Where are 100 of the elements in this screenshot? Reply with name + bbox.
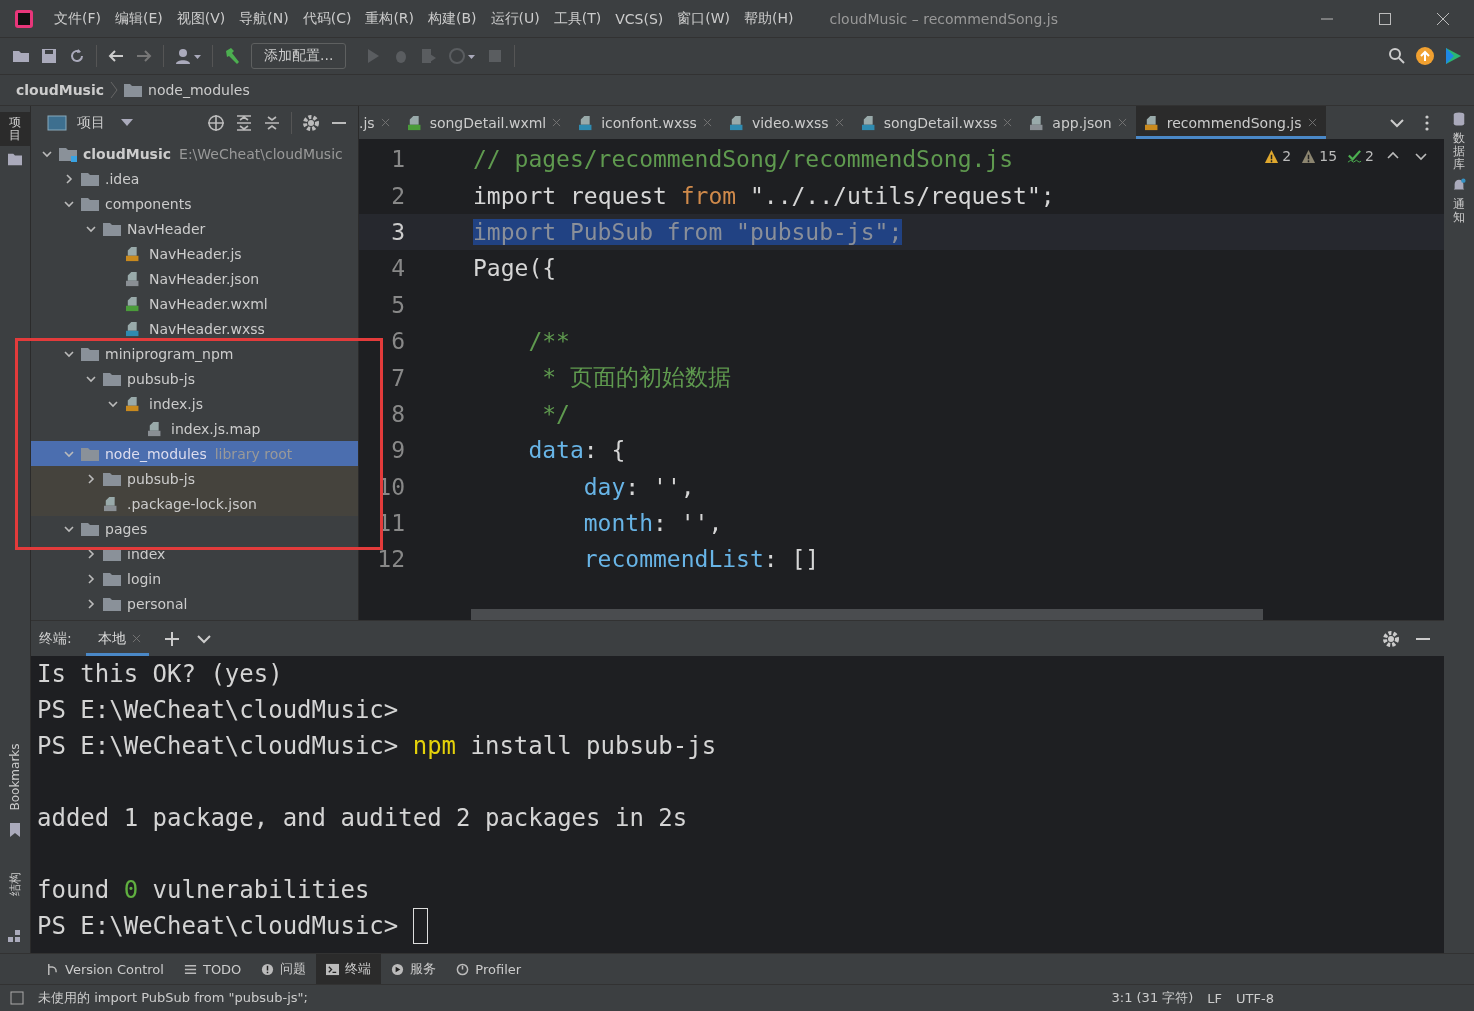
tree-item[interactable]: NavHeader (31, 216, 358, 241)
save-icon[interactable] (40, 47, 58, 65)
menu-item[interactable]: 文件(F) (54, 9, 101, 28)
menu-item[interactable]: 窗口(W) (677, 9, 731, 28)
tree-item[interactable]: pages (31, 516, 358, 541)
chevron-icon[interactable] (85, 597, 97, 610)
bell-icon (1452, 177, 1466, 192)
file-encoding[interactable]: UTF-8 (1236, 990, 1274, 1006)
folder-icon (81, 170, 99, 187)
breadcrumb-item[interactable]: node_modules (148, 82, 250, 98)
code-line: Page({ (473, 255, 557, 282)
close-icon[interactable] (1436, 11, 1450, 26)
menu-item[interactable]: 视图(V) (176, 9, 226, 28)
menu-item[interactable]: 导航(N) (239, 9, 289, 28)
line-ending[interactable]: LF (1207, 990, 1223, 1006)
inspection-count[interactable]: 15 (1301, 148, 1338, 164)
user-icon[interactable] (174, 47, 202, 65)
editor-tab[interactable]: songDetail.wxss (852, 106, 1022, 139)
tool-window-tab[interactable]: 服务 (381, 954, 447, 984)
expand-all-icon[interactable] (235, 113, 253, 132)
terminal-line: found 0 vulnerabilities (37, 876, 370, 904)
editor-tab[interactable]: songDetail.wxml (398, 106, 571, 139)
tree-item[interactable]: .package-lock.json (31, 491, 358, 516)
scrollbar[interactable] (471, 609, 1263, 620)
tree-item[interactable]: NavHeader.js (31, 241, 358, 266)
tree-item[interactable]: NavHeader.wxml (31, 291, 358, 316)
tool-window-icon (46, 962, 59, 976)
tool-window-tab[interactable]: TODO (173, 954, 252, 984)
code-line: */ (541, 400, 570, 427)
breadcrumb-item[interactable]: cloudMusic (16, 82, 105, 98)
caret-position[interactable]: 3:1 (31 字符) (1111, 989, 1194, 1007)
code-line: data: { (527, 437, 626, 464)
plugin-logo-icon[interactable] (1444, 47, 1462, 65)
project-tool-tab[interactable]: 项目 (0, 112, 30, 147)
tool-window-icon (261, 962, 275, 976)
menu-item[interactable]: 工具(T) (553, 9, 602, 28)
run-configuration-button[interactable]: 添加配置... (251, 43, 347, 69)
profile-icon[interactable] (448, 47, 477, 65)
menu-item[interactable]: 帮助(H) (744, 9, 794, 28)
add-icon[interactable] (162, 629, 181, 648)
tree-item[interactable]: NavHeader.json (31, 266, 358, 291)
menu-item[interactable]: 构建(B) (428, 9, 477, 28)
search-icon[interactable] (1388, 47, 1406, 65)
folder-icon (103, 370, 121, 387)
panel-toggle-icon[interactable] (10, 991, 24, 1005)
editor-tab[interactable]: .js (359, 106, 399, 139)
database-tool-tab[interactable]: 数据库 (1453, 132, 1465, 172)
tool-window-tab[interactable]: 问题 (251, 954, 317, 984)
chevron-icon[interactable] (85, 547, 97, 560)
menu-item[interactable]: 重构(R) (365, 9, 415, 28)
editor-tab[interactable]: recommendSong.js (1135, 106, 1326, 139)
settings-icon[interactable] (302, 113, 320, 132)
tree-item[interactable]: index.js.map (31, 416, 358, 441)
terminal-line: added 1 package, and audited 2 packages in 2s (37, 804, 688, 832)
code-line: day: '', (582, 473, 695, 500)
tree-item[interactable]: index (31, 541, 358, 566)
tool-window-tab[interactable]: 终端 (316, 954, 382, 984)
refresh-icon[interactable] (68, 47, 86, 65)
notifications-tool-tab[interactable]: 通知 (1453, 197, 1465, 224)
settings-icon[interactable] (1382, 629, 1400, 648)
line-number: 8 (390, 400, 405, 427)
structure-tool-tab[interactable]: 结构 (5, 843, 25, 923)
tree-item[interactable]: login (31, 566, 358, 591)
bookmarks-tool-tab[interactable]: Bookmarks (5, 737, 25, 817)
caret-icon[interactable] (121, 118, 133, 127)
chevron-icon[interactable] (63, 172, 75, 185)
menu-item[interactable]: 运行(U) (490, 9, 540, 28)
inspection-count[interactable]: 2 (1347, 148, 1374, 164)
tree-item[interactable]: pubsub-js (31, 466, 358, 491)
line-number: 2 (390, 182, 405, 209)
editor-tab[interactable]: app.json (1021, 106, 1136, 139)
line-number: 9 (390, 437, 405, 464)
tool-window-tab[interactable]: Version Control (36, 954, 174, 984)
inspection-count[interactable]: 2 (1264, 148, 1292, 164)
editor-tab[interactable]: iconfont.wxss (570, 106, 721, 139)
tree-item[interactable]: components (31, 191, 358, 216)
tree-item[interactable]: pubsub-js (31, 366, 358, 391)
tree-item[interactable]: NavHeader.wxss (31, 316, 358, 341)
tree-item[interactable]: personal (31, 591, 358, 616)
panel-title[interactable]: 项目 (77, 113, 105, 132)
editor-tab[interactable]: video.wxss (720, 106, 853, 139)
menu-item[interactable]: 代码(C) (302, 9, 352, 28)
code-line: // pages/recommendSong/recommendSong.js (473, 146, 1014, 173)
chevron-icon[interactable] (85, 472, 97, 485)
code-line: month: '', (582, 510, 723, 537)
close-icon[interactable] (1307, 118, 1317, 127)
terminal-tab[interactable]: 本地 (85, 621, 149, 656)
folder-icon (8, 152, 22, 167)
maximize-icon[interactable] (1378, 11, 1392, 26)
tree-item[interactable]: cloudMusic E:\WeCheat\cloudMusic (31, 141, 358, 166)
tool-window-tab[interactable]: Profiler (446, 954, 532, 984)
tree-item[interactable]: .idea (31, 166, 358, 191)
tree-item[interactable]: node_modules library root (31, 441, 358, 466)
chevron-icon[interactable] (85, 572, 97, 585)
locate-icon[interactable] (207, 113, 225, 132)
menu-item[interactable]: VCS(S) (615, 10, 664, 27)
menu-item[interactable]: 编辑(E) (115, 9, 163, 28)
collapse-all-icon[interactable] (263, 113, 281, 132)
tree-item[interactable]: index.js (31, 391, 358, 416)
tree-item[interactable]: miniprogram_npm (31, 341, 358, 366)
